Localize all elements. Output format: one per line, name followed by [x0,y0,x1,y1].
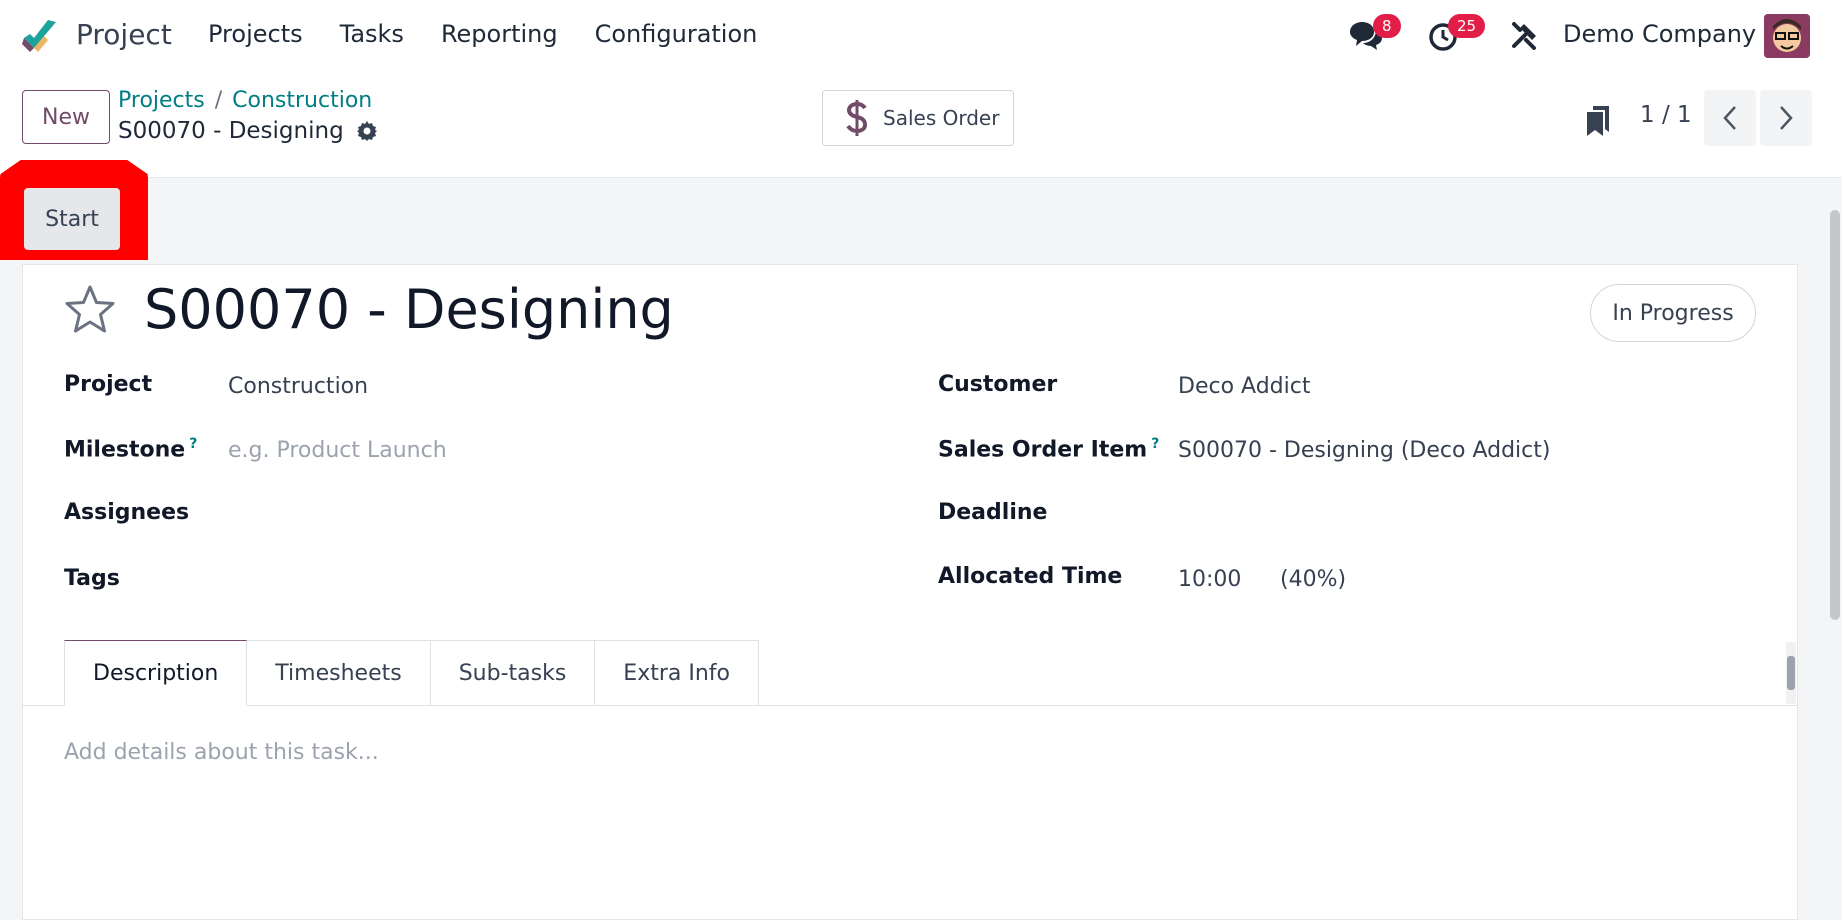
menu-tasks[interactable]: Tasks [340,20,404,48]
start-button[interactable]: Start [24,188,120,250]
bookmark-icon[interactable] [1585,104,1611,138]
tab-timesheets[interactable]: Timesheets [247,640,431,706]
pager-previous-button[interactable] [1704,90,1756,146]
pager-next-button[interactable] [1760,90,1812,146]
page-scrollbar-thumb[interactable] [1830,210,1840,620]
project-app-icon[interactable] [20,16,60,56]
control-panel: New Projects / Construction S00070 - Desig… [0,72,1842,178]
breadcrumb-projects[interactable]: Projects [118,88,205,113]
customer-label: Customer [938,372,1058,397]
status-bar [0,178,1842,260]
breadcrumb-construction[interactable]: Construction [232,88,372,113]
deadline-label: Deadline [938,500,1048,525]
record-name: S00070 - Designing [118,118,378,144]
allocated-time-label: Allocated Time [938,564,1123,589]
sale-line-help-icon[interactable]: ? [1151,436,1159,452]
breadcrumb-separator: / [214,88,223,113]
milestone-label: Milestone? [64,436,197,462]
pager-value[interactable]: 1 / 1 [1640,102,1692,128]
milestone-help-icon[interactable]: ? [189,436,197,452]
activities-badge: 25 [1448,14,1486,38]
task-title[interactable]: S00070 - Designing [144,278,674,341]
tabs-scrollbar-thumb[interactable] [1787,656,1795,690]
user-avatar[interactable] [1764,14,1810,58]
project-label: Project [64,372,153,397]
allocated-time-percent: (40%) [1280,567,1347,592]
company-switcher[interactable]: Demo Company [1563,20,1756,48]
new-button[interactable]: New [22,90,110,144]
form-sheet [22,264,1798,920]
tab-extra-info[interactable]: Extra Info [595,640,759,706]
description-editor[interactable]: Add details about this task... [64,740,379,765]
sale-line-label: Sales Order Item? [938,436,1159,462]
project-field[interactable]: Construction [228,374,368,399]
menu-reporting[interactable]: Reporting [441,20,558,48]
menu-projects[interactable]: Projects [208,20,303,48]
assignees-label: Assignees [64,500,190,525]
allocated-time-field[interactable]: 10:00 [1178,567,1241,592]
sale-line-label-text: Sales Order Item [938,437,1148,463]
star-icon[interactable] [64,284,116,336]
stage-in-progress[interactable]: In Progress [1590,284,1756,342]
customer-field[interactable]: Deco Addict [1178,374,1310,399]
sales-order-label: Sales Order [883,106,1000,130]
menu-configuration[interactable]: Configuration [595,20,758,48]
milestone-label-text: Milestone [64,437,186,463]
chevron-right-icon [1780,106,1793,130]
breadcrumb: Projects / Construction [118,88,372,113]
record-name-label: S00070 - Designing [118,118,344,144]
notebook-tabs: Description Timesheets Sub-tasks Extra I… [64,640,759,706]
tab-sub-tasks[interactable]: Sub-tasks [430,640,596,706]
tools-icon[interactable] [1510,20,1540,50]
messages-badge: 8 [1373,14,1401,38]
milestone-field[interactable]: e.g. Product Launch [228,438,447,463]
sale-line-field[interactable]: S00070 - Designing (Deco Addict) [1178,438,1550,463]
top-navbar: Project Projects Tasks Reporting Configu… [0,0,1842,72]
sales-order-smart-button[interactable]: Sales Order [822,90,1014,146]
main-menu: Projects Tasks Reporting Configuration [208,20,794,48]
tab-description[interactable]: Description [64,640,248,706]
chevron-left-icon [1723,106,1736,130]
gear-icon[interactable] [356,120,378,142]
app-name[interactable]: Project [76,18,172,51]
tags-label: Tags [64,566,120,591]
dollar-icon [846,100,868,136]
